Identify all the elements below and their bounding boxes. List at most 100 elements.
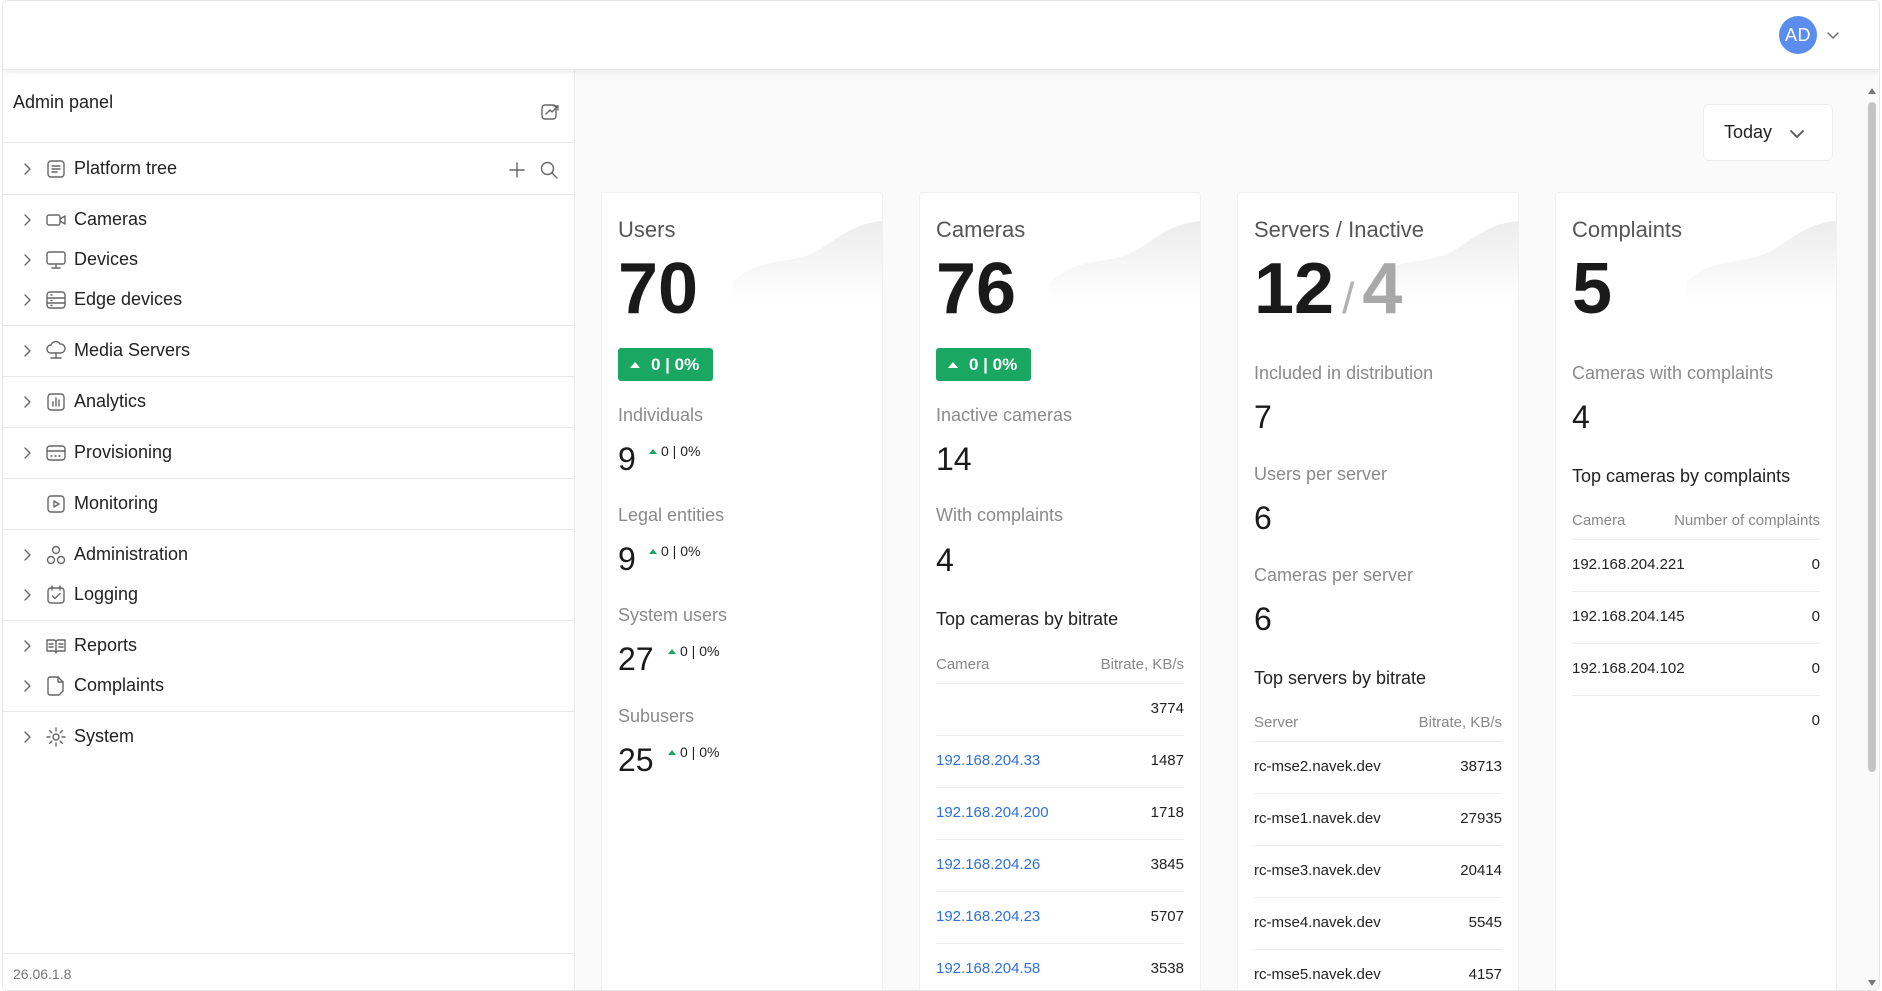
inactive-cameras-label: Inactive cameras — [936, 405, 1073, 425]
inactive-servers-count: 4 — [1362, 249, 1403, 329]
card-title: Servers / Inactive — [1254, 217, 1424, 242]
chevron-right-icon[interactable] — [19, 638, 35, 654]
scrollbar-thumb[interactable] — [1868, 102, 1876, 772]
wave-decoration — [1050, 221, 1200, 303]
divider — [3, 620, 575, 621]
chevron-right-icon[interactable] — [19, 212, 35, 228]
monitoring-icon — [47, 495, 65, 513]
servers-total: 12/4 — [1254, 253, 1402, 325]
sidebar-item-label: Cameras — [74, 209, 148, 229]
camera-link[interactable]: 192.168.204.33 — [936, 752, 1040, 769]
camera-link[interactable]: 192.168.204.23 — [936, 908, 1040, 925]
bitrate-value: 1718 — [1150, 804, 1184, 821]
bar-chart-icon — [47, 393, 65, 411]
sidebar-item-edge-devices[interactable]: Edge devices — [3, 283, 575, 317]
logging-icon — [47, 585, 65, 604]
separator: / — [1342, 274, 1355, 323]
bitrate-value: 5545 — [1468, 914, 1502, 931]
distribution-label: Included in distribution — [1254, 363, 1434, 383]
sidebar: Admin panel Platform tree Cameras Device… — [3, 70, 575, 990]
divider — [3, 325, 575, 326]
app-version: 26.06.1.8 — [13, 966, 72, 982]
sidebar-item-reports[interactable]: Reports — [3, 629, 575, 663]
sidebar-item-administration[interactable]: Administration — [3, 538, 575, 572]
legal-delta: 0 | 0% — [649, 543, 700, 559]
sidebar-item-system[interactable]: System — [3, 720, 575, 754]
book-icon — [46, 639, 66, 654]
cameras-card: Cameras 76 0 | 0% Inactive cameras 14 Wi… — [919, 192, 1201, 990]
user-avatar[interactable]: AD — [1779, 16, 1817, 54]
delta-text: 0 | 0% — [680, 744, 720, 760]
vertical-scrollbar[interactable] — [1865, 70, 1879, 990]
chevron-right-icon[interactable] — [19, 252, 35, 268]
badge-text: 0 | 0% — [651, 354, 700, 374]
servers-count: 12 — [1254, 249, 1335, 329]
sidebar-item-complaints[interactable]: Complaints — [3, 669, 575, 703]
sidebar-item-cameras[interactable]: Cameras — [3, 203, 575, 237]
bitrate-value: 38713 — [1460, 758, 1502, 775]
chevron-down-icon[interactable] — [1825, 27, 1841, 43]
table-row: rc-mse5.navek.dev 4157 — [1254, 949, 1502, 990]
column-complaints: Number of complaints — [1674, 512, 1820, 529]
chevron-right-icon[interactable] — [19, 445, 35, 461]
chevron-right-icon[interactable] — [19, 343, 35, 359]
sidebar-item-platform-tree[interactable]: Platform tree — [3, 152, 575, 186]
delta-text: 0 | 0% — [661, 443, 701, 459]
sidebar-item-devices[interactable]: Devices — [3, 243, 575, 277]
sidebar-item-analytics[interactable]: Analytics — [3, 385, 575, 419]
server-name: rc-mse3.navek.dev — [1254, 862, 1381, 879]
camera-link[interactable]: 192.168.204.26 — [936, 856, 1040, 873]
chevron-right-icon[interactable] — [19, 547, 35, 563]
table-row: 3774 — [936, 683, 1184, 735]
share-icon[interactable] — [539, 100, 561, 122]
chevron-right-icon[interactable] — [19, 394, 35, 410]
wave-decoration — [732, 221, 882, 303]
card-title: Cameras — [936, 217, 1026, 242]
chevron-right-icon[interactable] — [19, 292, 35, 308]
subusers-value: 25 — [618, 742, 654, 778]
chevron-right-icon[interactable] — [19, 729, 35, 745]
divider — [3, 478, 575, 479]
divider — [3, 194, 575, 195]
period-select[interactable]: Today — [1703, 104, 1833, 161]
table-row: 192.168.204.102 0 — [1572, 643, 1820, 695]
table-row: 192.168.204.145 0 — [1572, 591, 1820, 643]
sidebar-item-monitoring[interactable]: Monitoring — [3, 487, 575, 521]
table-row: 192.168.204.23 5707 — [936, 891, 1184, 943]
chevron-right-icon[interactable] — [19, 678, 35, 694]
table-row: 192.168.204.26 3845 — [936, 839, 1184, 891]
camera-link[interactable]: 192.168.204.58 — [936, 960, 1040, 977]
sidebar-item-logging[interactable]: Logging — [3, 578, 575, 612]
dashboard: Today Users 70 0 | 0% Individuals 9 0 | … — [576, 70, 1865, 990]
sidebar-item-label: Edge devices — [74, 289, 183, 309]
scroll-up-icon[interactable] — [1868, 88, 1876, 94]
complaint-count: 0 — [1811, 556, 1820, 573]
with-complaints-label: With complaints — [936, 505, 1064, 525]
sidebar-item-media-servers[interactable]: Media Servers — [3, 334, 575, 368]
subusers-delta: 0 | 0% — [668, 744, 719, 760]
chevron-right-icon[interactable] — [19, 161, 35, 177]
camera-link[interactable]: 192.168.204.200 — [936, 804, 1049, 821]
monitor-icon — [46, 251, 66, 269]
table-row: 192.168.204.221 0 — [1572, 539, 1820, 591]
table-row: 0 — [1572, 695, 1820, 747]
plus-icon[interactable] — [508, 161, 526, 179]
sidebar-item-provisioning[interactable]: Provisioning — [3, 436, 575, 470]
search-icon[interactable] — [539, 160, 559, 180]
table-row: 192.168.204.58 3538 — [936, 943, 1184, 990]
sidebar-item-label: Complaints — [74, 675, 165, 695]
administration-icon — [46, 545, 66, 565]
divider — [3, 376, 575, 377]
column-bitrate: Bitrate, KB/s — [1418, 714, 1502, 731]
table-row: rc-mse3.navek.dev 20414 — [1254, 845, 1502, 897]
complaint-count: 0 — [1811, 712, 1820, 729]
users-trend-badge: 0 | 0% — [618, 348, 713, 381]
with-complaints-value: 4 — [936, 542, 954, 578]
document-list-icon — [47, 160, 65, 178]
legal-value: 9 — [618, 541, 636, 577]
divider — [3, 427, 575, 428]
scroll-down-icon[interactable] — [1868, 980, 1876, 986]
camera-address: 192.168.204.102 — [1572, 660, 1685, 677]
sidebar-item-label: Logging — [74, 584, 139, 604]
chevron-right-icon[interactable] — [19, 587, 35, 603]
